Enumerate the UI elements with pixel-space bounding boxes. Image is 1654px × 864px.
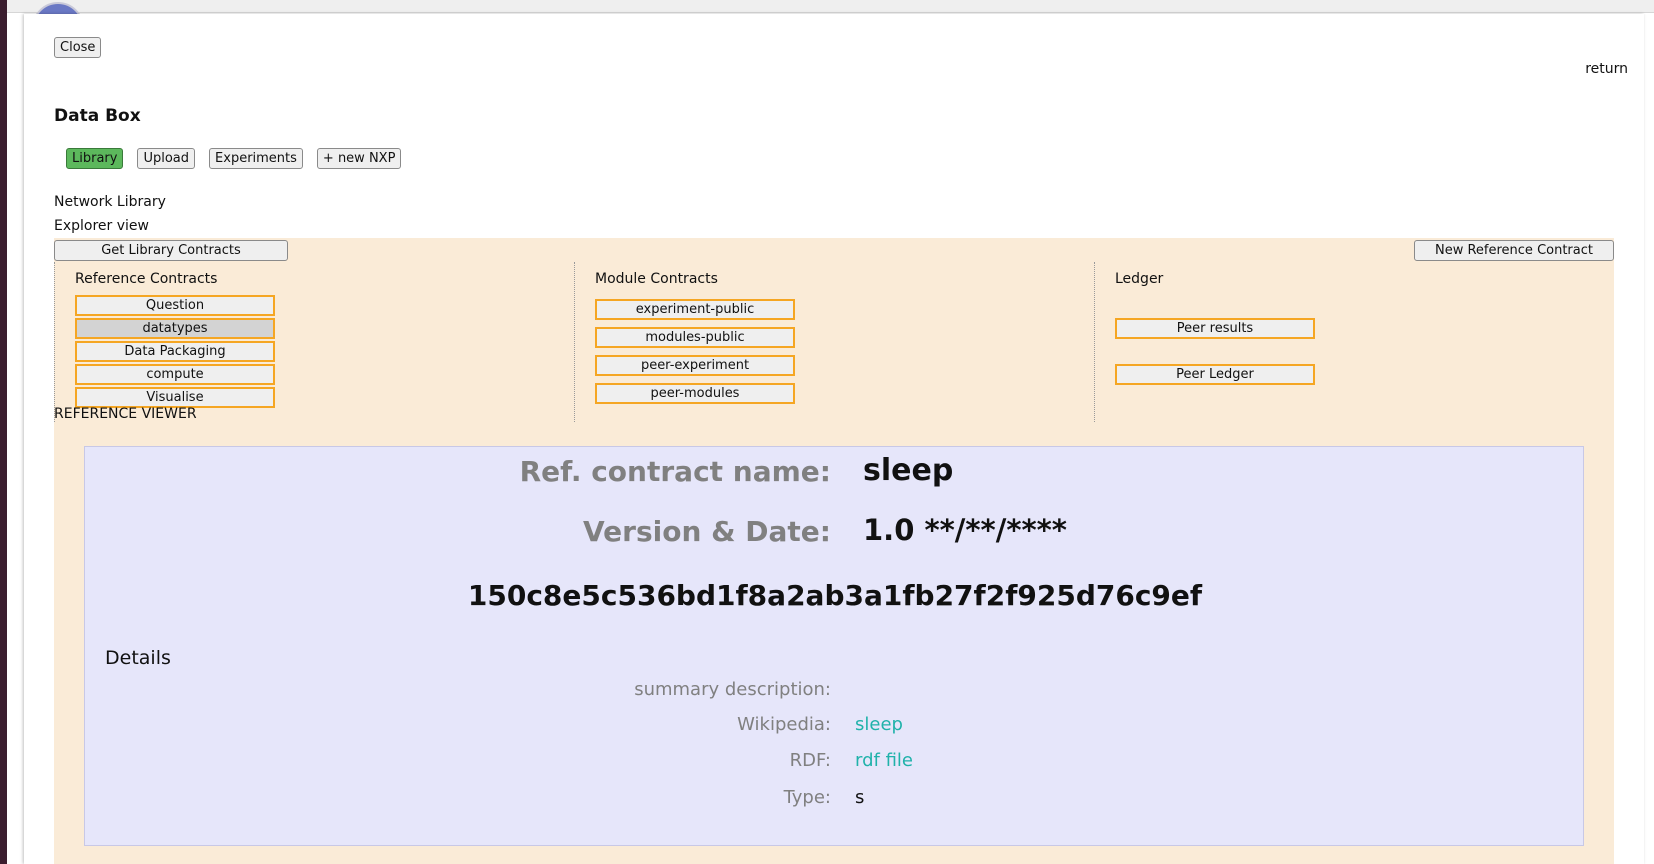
background-page-strip [7,0,1654,13]
upload-tab[interactable]: Upload [137,148,196,169]
module-contracts-heading: Module Contracts [595,271,718,287]
library-tab[interactable]: Library [66,148,124,169]
data-box-modal: Close return Data Box Library Upload Exp… [24,14,1644,864]
details-heading: Details [105,647,171,669]
databox-nav: Library Upload Experiments + new NXP [66,148,402,169]
ref-contract-visualise[interactable]: Visualise [75,387,275,408]
new-reference-contract-button[interactable]: New Reference Contract [1414,240,1614,261]
type-value: s [855,787,865,808]
peer-ledger-button[interactable]: Peer Ledger [1115,364,1315,385]
reference-contracts-column: Reference Contracts Question datatypes D… [54,262,574,422]
version-date-label: Version & Date: [583,515,831,548]
get-library-contracts-button[interactable]: Get Library Contracts [54,240,288,261]
reference-contracts-heading: Reference Contracts [75,271,218,287]
version-date-value: 1.0 **/**/**** [863,513,1067,547]
contract-name-value: sleep [863,453,954,488]
rdf-file-link[interactable]: rdf file [855,750,913,771]
new-nxp-button[interactable]: + new NXP [316,148,402,169]
contract-name-label: Ref. contract name: [519,455,831,488]
page-title: Data Box [54,106,141,126]
desktop-side-strip [0,0,7,864]
explorer-view-label: Explorer view [54,218,149,234]
module-contracts-column: Module Contracts experiment-public modul… [574,262,1094,422]
ref-contract-data-packaging[interactable]: Data Packaging [75,341,275,362]
type-label: Type: [783,787,831,808]
ref-contract-datatypes[interactable]: datatypes [75,318,275,339]
experiments-tab[interactable]: Experiments [209,148,303,169]
wikipedia-link[interactable]: sleep [855,714,903,735]
ref-contract-question[interactable]: Question [75,295,275,316]
module-contract-peer-modules[interactable]: peer-modules [595,383,795,404]
explorer-panel: Get Library Contracts New Reference Cont… [54,238,1614,864]
contract-hash: 150c8e5c536bd1f8a2ab3a1fb27f2f925d76c9ef [467,579,1203,612]
summary-description-label: summary description: [634,679,831,700]
wikipedia-label: Wikipedia: [737,714,831,735]
network-library-label: Network Library [54,194,166,210]
return-link[interactable]: return [1585,61,1628,77]
ledger-heading: Ledger [1115,271,1164,287]
close-button[interactable]: Close [54,37,102,58]
reference-viewer: Ref. contract name: sleep Version & Date… [84,446,1584,846]
module-contract-peer-experiment[interactable]: peer-experiment [595,355,795,376]
ref-contract-compute[interactable]: compute [75,364,275,385]
ledger-column: Ledger Peer results Peer Ledger [1094,262,1614,422]
reference-viewer-label: REFERENCE VIEWER [54,406,197,422]
rdf-label: RDF: [789,750,831,771]
module-contract-modules-public[interactable]: modules-public [595,327,795,348]
module-contract-experiment-public[interactable]: experiment-public [595,299,795,320]
peer-results-button[interactable]: Peer results [1115,318,1315,339]
